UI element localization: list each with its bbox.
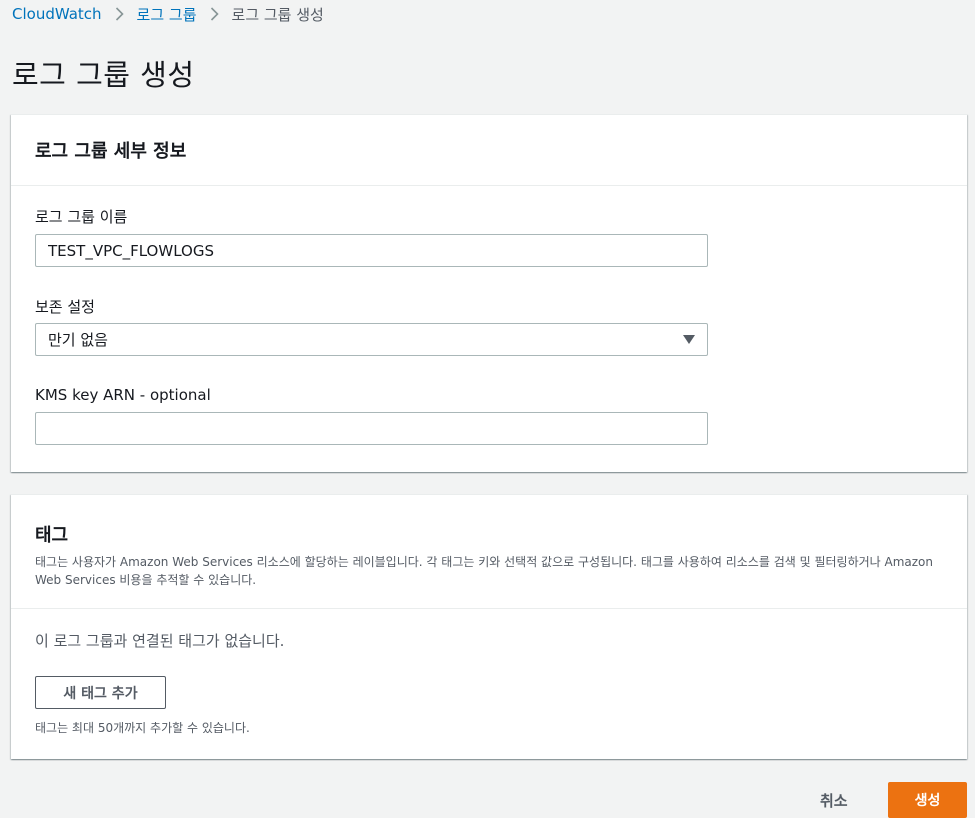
kms-key-input[interactable] bbox=[35, 412, 708, 445]
breadcrumb: CloudWatch 로그 그룹 로그 그룹 생성 bbox=[12, 4, 324, 24]
no-tags-message: 이 로그 그룹과 연결된 태그가 없습니다. bbox=[35, 632, 285, 650]
breadcrumb-log-groups-link[interactable]: 로그 그룹 bbox=[137, 4, 197, 25]
panel-title: 로그 그룹 세부 정보 bbox=[35, 141, 187, 162]
breadcrumb-cloudwatch-link[interactable]: CloudWatch bbox=[12, 5, 102, 23]
breadcrumb-current: 로그 그룹 생성 bbox=[231, 5, 324, 24]
kms-key-label: KMS key ARN - optional bbox=[35, 386, 211, 404]
chevron-right-icon bbox=[210, 7, 219, 21]
chevron-right-icon bbox=[115, 7, 124, 21]
create-button[interactable]: 생성 bbox=[888, 782, 967, 818]
log-group-name-label: 로그 그룹 이름 bbox=[35, 208, 128, 226]
tags-panel: 태그 태그는 사용자가 Amazon Web Services 리소스에 할당하… bbox=[11, 494, 967, 759]
panel-header: 로그 그룹 세부 정보 bbox=[11, 115, 967, 186]
retention-select[interactable]: 만기 없음 bbox=[35, 323, 708, 356]
panel-title: 태그 bbox=[35, 525, 69, 546]
log-group-details-panel: 로그 그룹 세부 정보 로그 그룹 이름 보존 설정 만기 없음 KMS key… bbox=[11, 114, 967, 472]
add-tag-button[interactable]: 새 태그 추가 bbox=[35, 676, 166, 709]
tag-limit-hint: 태그는 최대 50개까지 추가할 수 있습니다. bbox=[35, 721, 250, 735]
cancel-button[interactable]: 취소 bbox=[820, 790, 848, 811]
tags-description: 태그는 사용자가 Amazon Web Services 리소스에 할당하는 레… bbox=[35, 555, 934, 587]
retention-selected-value: 만기 없음 bbox=[48, 331, 108, 349]
caret-down-icon bbox=[683, 335, 695, 344]
panel-header: 태그 태그는 사용자가 Amazon Web Services 리소스에 할당하… bbox=[11, 495, 967, 609]
retention-label: 보존 설정 bbox=[35, 298, 95, 316]
log-group-name-input[interactable] bbox=[35, 234, 708, 267]
page-title: 로그 그룹 생성 bbox=[12, 58, 195, 92]
